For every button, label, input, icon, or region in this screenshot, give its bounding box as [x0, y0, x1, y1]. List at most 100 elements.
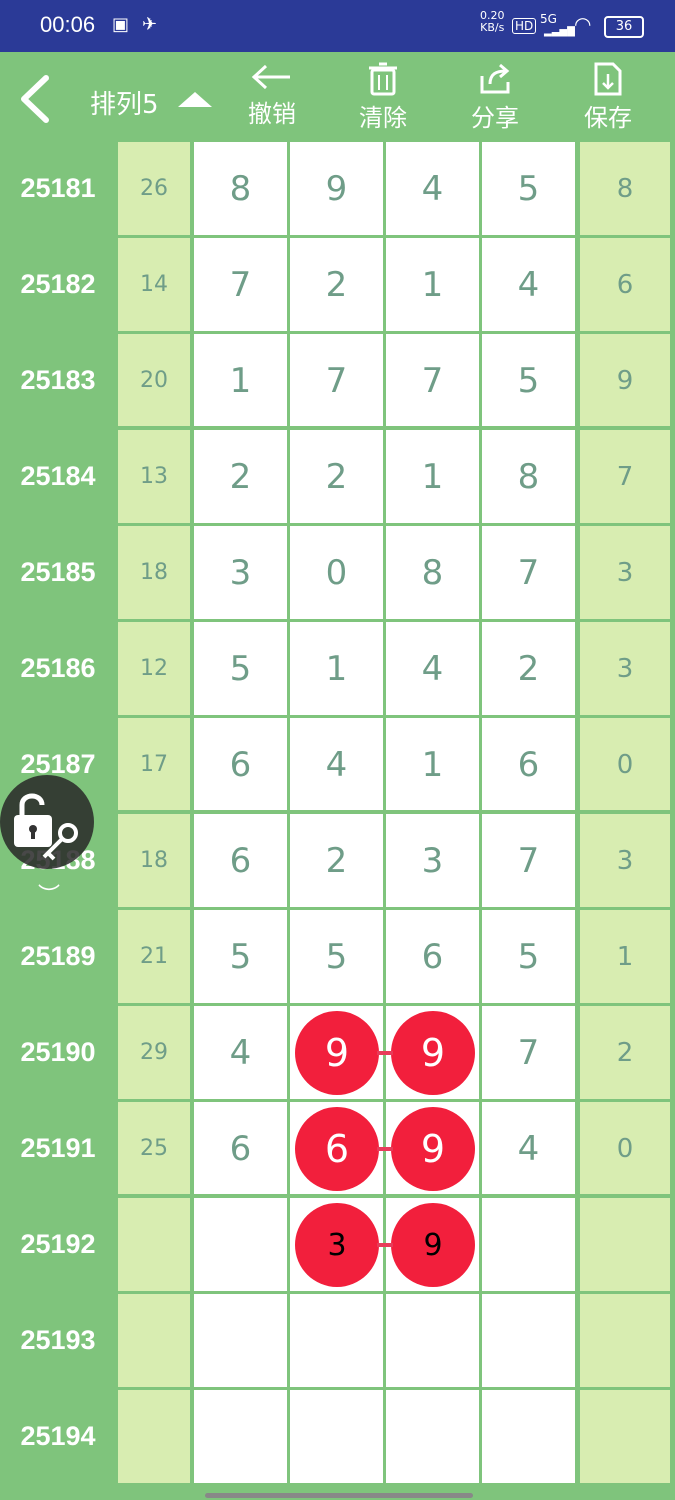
digit-cell[interactable]	[194, 1198, 287, 1291]
issue-number: 25193	[0, 1294, 116, 1387]
digit-cell[interactable]: 9	[290, 142, 383, 235]
digit-cell[interactable]: 5	[482, 142, 575, 235]
digit-cell[interactable]: 8	[194, 142, 287, 235]
airplane-icon: ✈	[142, 14, 158, 35]
battery-level: 36	[615, 19, 633, 34]
table-row: 25183 20 1 7 7 5 9	[0, 334, 675, 430]
digit-cell[interactable]: 7	[482, 814, 575, 907]
digit-cell[interactable]: 4	[482, 238, 575, 331]
group-separator	[0, 810, 675, 814]
digit-cell[interactable]: 1	[386, 238, 479, 331]
digit-cell[interactable]: 2	[290, 430, 383, 523]
sum-cell	[118, 1294, 190, 1387]
digit-cell[interactable]: 4	[194, 1006, 287, 1099]
digit-cell[interactable]: 1	[194, 334, 287, 427]
collapse-chevron-icon[interactable]: ︶	[38, 878, 60, 910]
fifth-digit-cell: 3	[580, 526, 670, 619]
fifth-digit-cell: 0	[580, 718, 670, 811]
digit-cell[interactable]	[290, 1294, 383, 1387]
digit-cell[interactable]: 6	[386, 910, 479, 1003]
wifi-icon: ◠	[574, 12, 592, 36]
ball-connector	[377, 1147, 393, 1151]
clear-label: 清除	[359, 104, 407, 132]
share-icon	[480, 63, 510, 94]
digit-cell[interactable]: 4	[482, 1102, 575, 1195]
highlight-ball[interactable]: 9	[391, 1011, 475, 1095]
issue-number: 25181	[0, 142, 116, 235]
digit-cell[interactable]: 3	[194, 526, 287, 619]
table-row: 25194	[0, 1390, 675, 1486]
lottery-type-title[interactable]: 排列5	[90, 84, 159, 121]
table-row: 25182 14 7 2 1 4 6	[0, 238, 675, 334]
sum-cell: 20	[118, 334, 190, 427]
trend-grid: 25181 26 8 9 4 5 8 25182 14 7 2 1 4 6 25183 20 1 7 7 5 9 2518…	[0, 142, 675, 1500]
save-label: 保存	[584, 104, 632, 132]
digit-cell[interactable]: 5	[290, 910, 383, 1003]
digit-cell[interactable]	[386, 1390, 479, 1483]
digit-cell[interactable]: 1	[386, 430, 479, 523]
digit-cell[interactable]: 4	[290, 718, 383, 811]
hd-badge: HD	[512, 18, 537, 34]
highlight-ball[interactable]: 6	[295, 1107, 379, 1191]
digit-cell[interactable]: 0	[290, 526, 383, 619]
digit-cell[interactable]: 6	[194, 1102, 287, 1195]
digit-cell[interactable]: 2	[290, 814, 383, 907]
digit-cell[interactable]: 6	[482, 718, 575, 811]
digit-cell[interactable]: 7	[386, 334, 479, 427]
sum-cell	[118, 1198, 190, 1291]
back-button[interactable]	[16, 74, 56, 124]
status-time: 00:06	[40, 12, 96, 37]
clear-button[interactable]: 清除	[343, 62, 423, 133]
digit-cell[interactable]	[386, 1294, 479, 1387]
digit-cell[interactable]: 2	[290, 238, 383, 331]
group-separator	[0, 426, 675, 430]
issue-number: 25185	[0, 526, 116, 619]
highlight-ball[interactable]: 9	[391, 1107, 475, 1191]
digit-cell[interactable]	[194, 1294, 287, 1387]
dropdown-triangle-icon[interactable]	[178, 92, 212, 107]
fifth-digit-cell	[580, 1294, 670, 1387]
fifth-digit-cell: 0	[580, 1102, 670, 1195]
digit-cell[interactable]	[482, 1294, 575, 1387]
digit-cell[interactable]: 1	[290, 622, 383, 715]
issue-number: 25182	[0, 238, 116, 331]
digit-cell[interactable]: 1	[386, 718, 479, 811]
digit-cell[interactable]: 3	[386, 814, 479, 907]
table-row: 25189 21 5 5 6 5 1	[0, 910, 675, 1006]
save-button[interactable]: 保存	[568, 62, 648, 133]
digit-cell[interactable]: 8	[386, 526, 479, 619]
digit-cell[interactable]: 7	[482, 1006, 575, 1099]
digit-cell[interactable]: 5	[194, 622, 287, 715]
highlight-ball[interactable]: 9	[295, 1011, 379, 1095]
digit-cell[interactable]: 6	[194, 814, 287, 907]
digit-cell[interactable]: 2	[482, 622, 575, 715]
digit-cell[interactable]: 7	[290, 334, 383, 427]
sum-cell: 17	[118, 718, 190, 811]
digit-cell[interactable]: 4	[386, 142, 479, 235]
lock-key-icon	[14, 793, 78, 861]
digit-cell[interactable]: 4	[386, 622, 479, 715]
share-button[interactable]: 分享	[455, 62, 535, 133]
fifth-digit-cell: 6	[580, 238, 670, 331]
issue-number: 25186	[0, 622, 116, 715]
undo-button[interactable]: 撤销	[232, 62, 312, 129]
digit-cell[interactable]	[482, 1390, 575, 1483]
digit-cell[interactable]: 5	[482, 334, 575, 427]
issue-number: 25189	[0, 910, 116, 1003]
digit-cell[interactable]: 6	[194, 718, 287, 811]
digit-cell[interactable]: 7	[482, 526, 575, 619]
floating-lock-button[interactable]	[0, 775, 94, 869]
digit-cell[interactable]: 2	[194, 430, 287, 523]
table-row: 251881862373	[0, 814, 675, 910]
highlight-ball[interactable]: 3	[295, 1203, 379, 1287]
digit-cell[interactable]: 5	[482, 910, 575, 1003]
sum-cell	[118, 1390, 190, 1483]
digit-cell[interactable]: 5	[194, 910, 287, 1003]
digit-cell[interactable]: 7	[194, 238, 287, 331]
digit-cell[interactable]: 8	[482, 430, 575, 523]
digit-cell[interactable]	[482, 1198, 575, 1291]
highlight-ball[interactable]: 9	[391, 1203, 475, 1287]
digit-cell[interactable]	[194, 1390, 287, 1483]
fifth-digit-cell: 3	[580, 622, 670, 715]
digit-cell[interactable]	[290, 1390, 383, 1483]
